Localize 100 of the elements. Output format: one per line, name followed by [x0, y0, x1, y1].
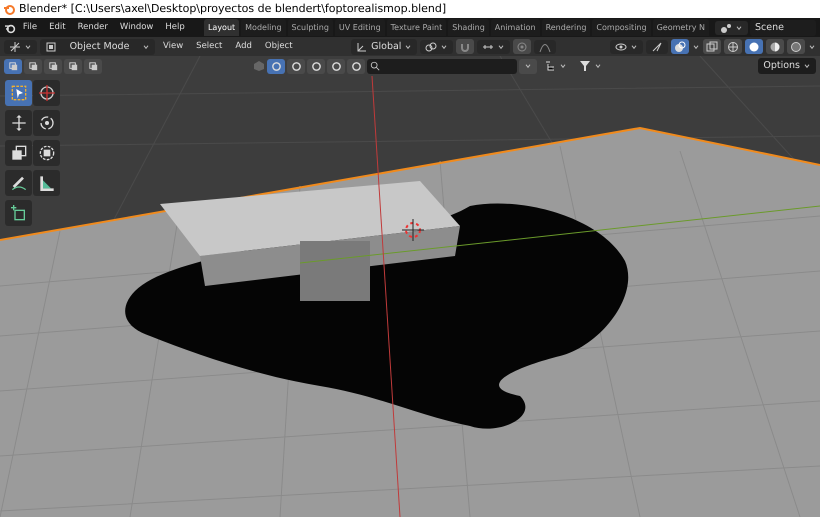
workspace-tab[interactable]: Compositing	[592, 19, 651, 36]
xray-icon	[706, 40, 718, 52]
workspace-tab[interactable]: Shading	[448, 19, 489, 36]
add-cube-icon	[10, 205, 26, 221]
shading-mode-button[interactable]	[745, 39, 763, 54]
select-mode-button[interactable]	[64, 58, 82, 74]
menu-item[interactable]: Help	[160, 19, 190, 36]
menu-item[interactable]: Render	[72, 19, 113, 36]
overlay-button[interactable]	[671, 39, 689, 54]
squares-icon	[68, 60, 78, 72]
tool-button[interactable]	[33, 110, 60, 136]
select-mode-button[interactable]	[4, 58, 22, 74]
ruler-icon	[38, 175, 54, 191]
tool-button[interactable]	[5, 170, 32, 196]
caret-icon	[594, 62, 602, 70]
eye-icon	[615, 40, 627, 52]
workspace-tab[interactable]: Animation	[490, 19, 540, 36]
shading-mode-button[interactable]	[766, 39, 784, 54]
scene-icon	[720, 22, 732, 34]
tool-button[interactable]	[33, 140, 60, 166]
search-icon	[370, 60, 380, 70]
pencil-icon	[10, 175, 26, 191]
link-icon	[425, 40, 438, 52]
caret-icon	[803, 62, 811, 70]
rendered-sphere-icon	[790, 40, 802, 52]
snap-button[interactable]	[456, 39, 474, 54]
collapse-button[interactable]	[519, 58, 538, 74]
hierarchy-icon	[544, 60, 556, 72]
header-menu-item[interactable]: View	[158, 38, 188, 55]
gizmo-icon	[651, 40, 663, 52]
gizmo-button[interactable]	[646, 40, 668, 54]
caret-icon	[24, 42, 32, 50]
workspace-tab[interactable]: UV Editing	[334, 19, 385, 36]
header-menu-item[interactable]: Add	[230, 38, 257, 55]
blender-logo-icon	[3, 3, 15, 15]
scene-name-field[interactable]: Scene	[750, 20, 816, 36]
caret-icon	[559, 62, 568, 70]
workspace-tab[interactable]: Layout	[204, 19, 240, 36]
shading-mode-button[interactable]	[724, 39, 742, 54]
caret-icon	[735, 24, 743, 32]
squares-icon	[48, 60, 58, 72]
options-dropdown[interactable]: Options	[758, 58, 816, 74]
select-mode-button[interactable]	[24, 58, 42, 74]
solid-sphere-icon	[748, 40, 760, 52]
scale-icon	[10, 145, 26, 161]
window-title: Blender* [C:\Users\axel\Desktop\proyectos de blendert\foptorealismop.blend]	[19, 0, 446, 17]
squares-icon	[28, 60, 38, 72]
filter-button[interactable]	[287, 58, 306, 74]
header-menu-item[interactable]: Select	[191, 38, 228, 55]
tool-button[interactable]	[5, 80, 32, 106]
workspace-tab[interactable]: Texture Paint	[386, 19, 446, 36]
search-field[interactable]	[367, 58, 518, 74]
viewport[interactable]: Options	[0, 56, 820, 517]
proportional-edit-button[interactable]	[513, 39, 532, 54]
tool-button[interactable]	[33, 170, 60, 196]
squares-icon	[88, 60, 98, 72]
pivot-button[interactable]	[420, 40, 454, 54]
rotate-icon	[38, 115, 54, 131]
caret-icon	[524, 62, 532, 70]
tool-button[interactable]	[33, 80, 60, 106]
orientation-dropdown[interactable]: Global	[351, 38, 418, 54]
object-icon	[45, 40, 57, 52]
xray-button[interactable]	[703, 39, 721, 54]
falloff-button[interactable]	[534, 40, 556, 54]
editor-type-button[interactable]	[4, 40, 37, 54]
material-sphere-icon	[769, 40, 781, 52]
caret-icon	[808, 42, 816, 50]
cube-icon	[253, 60, 266, 72]
tool-button[interactable]	[5, 200, 32, 226]
funnel-icon	[579, 60, 592, 72]
header-menu-item[interactable]: Object	[260, 38, 298, 55]
shading-mode-button[interactable]	[787, 39, 805, 54]
caret-icon	[142, 42, 150, 50]
menu-item[interactable]: File	[18, 19, 42, 36]
filter-button[interactable]	[327, 58, 346, 74]
workspace-tab[interactable]: Modeling	[241, 19, 286, 36]
3d-cursor-icon	[402, 218, 424, 242]
orientation-icon	[356, 40, 368, 52]
caret-icon	[497, 42, 506, 50]
cursor-target-icon	[38, 85, 54, 101]
axes-icon	[9, 40, 21, 52]
snap-target-button[interactable]	[477, 40, 510, 54]
filter-button[interactable]	[307, 58, 326, 74]
select-mode-button[interactable]	[84, 58, 102, 74]
filter-button[interactable]	[347, 58, 366, 74]
menu-item[interactable]: Window	[114, 19, 158, 36]
select-mode-button[interactable]	[44, 58, 62, 74]
visibility-button[interactable]	[610, 40, 643, 54]
scene-selector-button[interactable]	[715, 20, 748, 34]
caret-icon	[630, 42, 638, 50]
caret-icon	[404, 42, 412, 50]
workspace-tab[interactable]: Geometry N	[652, 19, 709, 36]
mode-dropdown[interactable]: Object Mode	[40, 38, 155, 54]
tool-button[interactable]	[5, 140, 32, 166]
proportional-icon	[516, 40, 528, 52]
workspace-tab[interactable]: Rendering	[542, 19, 590, 36]
workspace-tab[interactable]: Sculpting	[288, 19, 333, 36]
menu-item[interactable]: Edit	[44, 19, 71, 36]
filter-button[interactable]	[267, 58, 286, 74]
tool-button[interactable]	[5, 110, 32, 136]
